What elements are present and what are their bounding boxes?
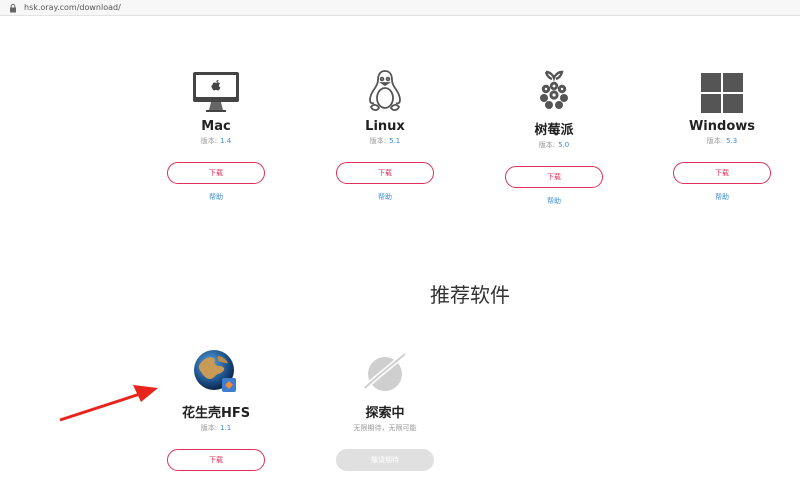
- annotation-arrow: [59, 385, 158, 422]
